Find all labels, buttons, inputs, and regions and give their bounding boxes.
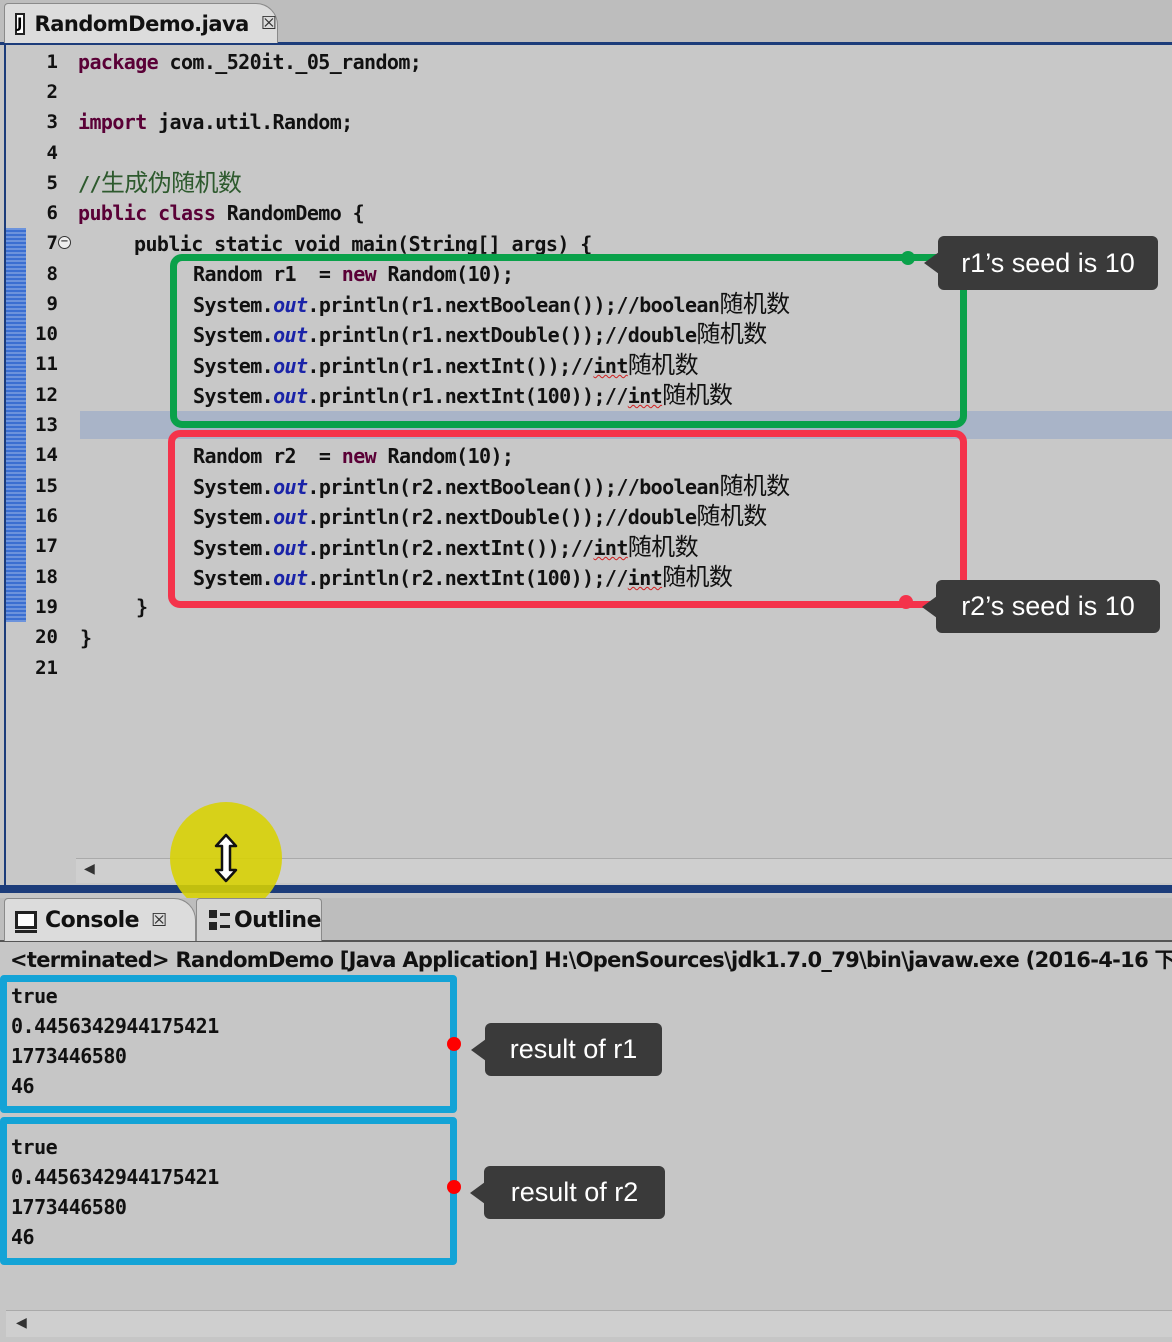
r1-output-highlight-box <box>0 975 457 1113</box>
line-number: 20 <box>35 626 58 648</box>
line-number: 6 <box>46 202 58 224</box>
line-number: 19 <box>35 596 58 618</box>
scroll-left-arrow-icon[interactable]: ◀ <box>16 1315 27 1331</box>
code-text-span: com._520it._05_random; <box>158 50 422 74</box>
vertical-resize-icon[interactable] <box>206 832 246 884</box>
code-text-span: RandomDemo { <box>215 201 365 225</box>
outline-icon <box>207 908 230 932</box>
console-tab-bar: Console ☒ Outline <box>0 898 1172 942</box>
console-icon <box>15 911 37 933</box>
line-number: 13 <box>35 414 58 436</box>
line-number: 15 <box>35 475 58 497</box>
r2-highlight-box <box>168 430 967 608</box>
r1-seed-callout: r1’s seed is 10 <box>924 236 1158 290</box>
keyword: package <box>78 50 159 74</box>
comment-text: 生成伪随机数 <box>100 169 242 197</box>
r2-callout-dot <box>899 595 913 609</box>
code-comment-line: //生成伪随机数 <box>78 168 242 198</box>
editor-tab-bar: J RandomDemo.java ☒ <box>0 0 1172 45</box>
editor-border <box>0 885 1172 893</box>
tab-outline[interactable]: Outline <box>196 898 322 941</box>
line-number-gutter: 1 2 3 4 5 6 7 8 9 10 11 12 13 14 15 16 1… <box>26 47 74 857</box>
close-console-icon[interactable]: ☒ <box>151 910 167 931</box>
code-line: } <box>80 626 92 650</box>
code-text-span: java.util.Random; <box>146 110 353 134</box>
line-number: 21 <box>35 657 58 679</box>
line-number: 9 <box>46 293 58 315</box>
line-number: 4 <box>46 142 58 164</box>
code-line: import java.util.Random; <box>78 107 353 137</box>
keyword: class <box>158 201 216 225</box>
code-line: } <box>136 595 148 619</box>
console-horizontal-scrollbar[interactable]: ◀ <box>6 1310 1172 1337</box>
line-number: 18 <box>35 566 58 588</box>
comment-slashes: // <box>78 172 101 196</box>
console-status-line: <terminated> RandomDemo [Java Applicatio… <box>10 948 1172 972</box>
line-number: 10 <box>35 323 58 345</box>
tab-console[interactable]: Console ☒ <box>4 898 196 941</box>
callout-text: r1’s seed is 10 <box>961 247 1135 278</box>
r2-output-dot <box>447 1180 461 1194</box>
callout-text: r2’s seed is 10 <box>961 591 1135 621</box>
code-line: public class RandomDemo { <box>78 198 365 228</box>
result-r2-callout: result of r2 <box>470 1166 665 1219</box>
line-number: 12 <box>35 384 58 406</box>
scroll-left-arrow-icon[interactable]: ◀ <box>84 861 95 877</box>
line-number: 17 <box>35 535 58 557</box>
r1-output-dot <box>447 1037 461 1051</box>
tab-label: Outline <box>233 907 322 933</box>
line-number: 3 <box>46 111 58 133</box>
keyword: public <box>78 201 147 225</box>
r1-callout-dot <box>901 251 915 265</box>
line-number: 16 <box>35 505 58 527</box>
line-number: 7 <box>46 232 58 254</box>
result-r1-callout: result of r1 <box>471 1023 662 1076</box>
tab-label: Console <box>45 907 140 933</box>
r2-output-highlight-box <box>0 1117 457 1265</box>
line-number: 11 <box>35 353 58 375</box>
line-number: 8 <box>46 263 58 285</box>
editor-tab-title: RandomDemo.java <box>34 11 250 36</box>
r2-seed-callout: r2’s seed is 10 <box>922 580 1160 633</box>
close-tab-icon[interactable]: ☒ <box>261 13 277 34</box>
editor-tab-randomdemo[interactable]: J RandomDemo.java ☒ <box>4 3 278 43</box>
code-line: package com._520it._05_random; <box>78 47 422 77</box>
line-number: 2 <box>46 81 58 103</box>
r1-highlight-box <box>170 254 967 428</box>
line-number: 5 <box>46 172 58 194</box>
line-number: 1 <box>46 51 58 73</box>
keyword: import <box>78 110 147 134</box>
java-file-icon: J <box>15 12 25 35</box>
line-number: 14 <box>35 444 58 466</box>
fold-collapse-icon[interactable]: − <box>58 236 71 249</box>
change-ruler <box>6 228 26 622</box>
callout-text: result of r1 <box>509 1034 638 1064</box>
callout-text: result of r2 <box>510 1177 639 1207</box>
